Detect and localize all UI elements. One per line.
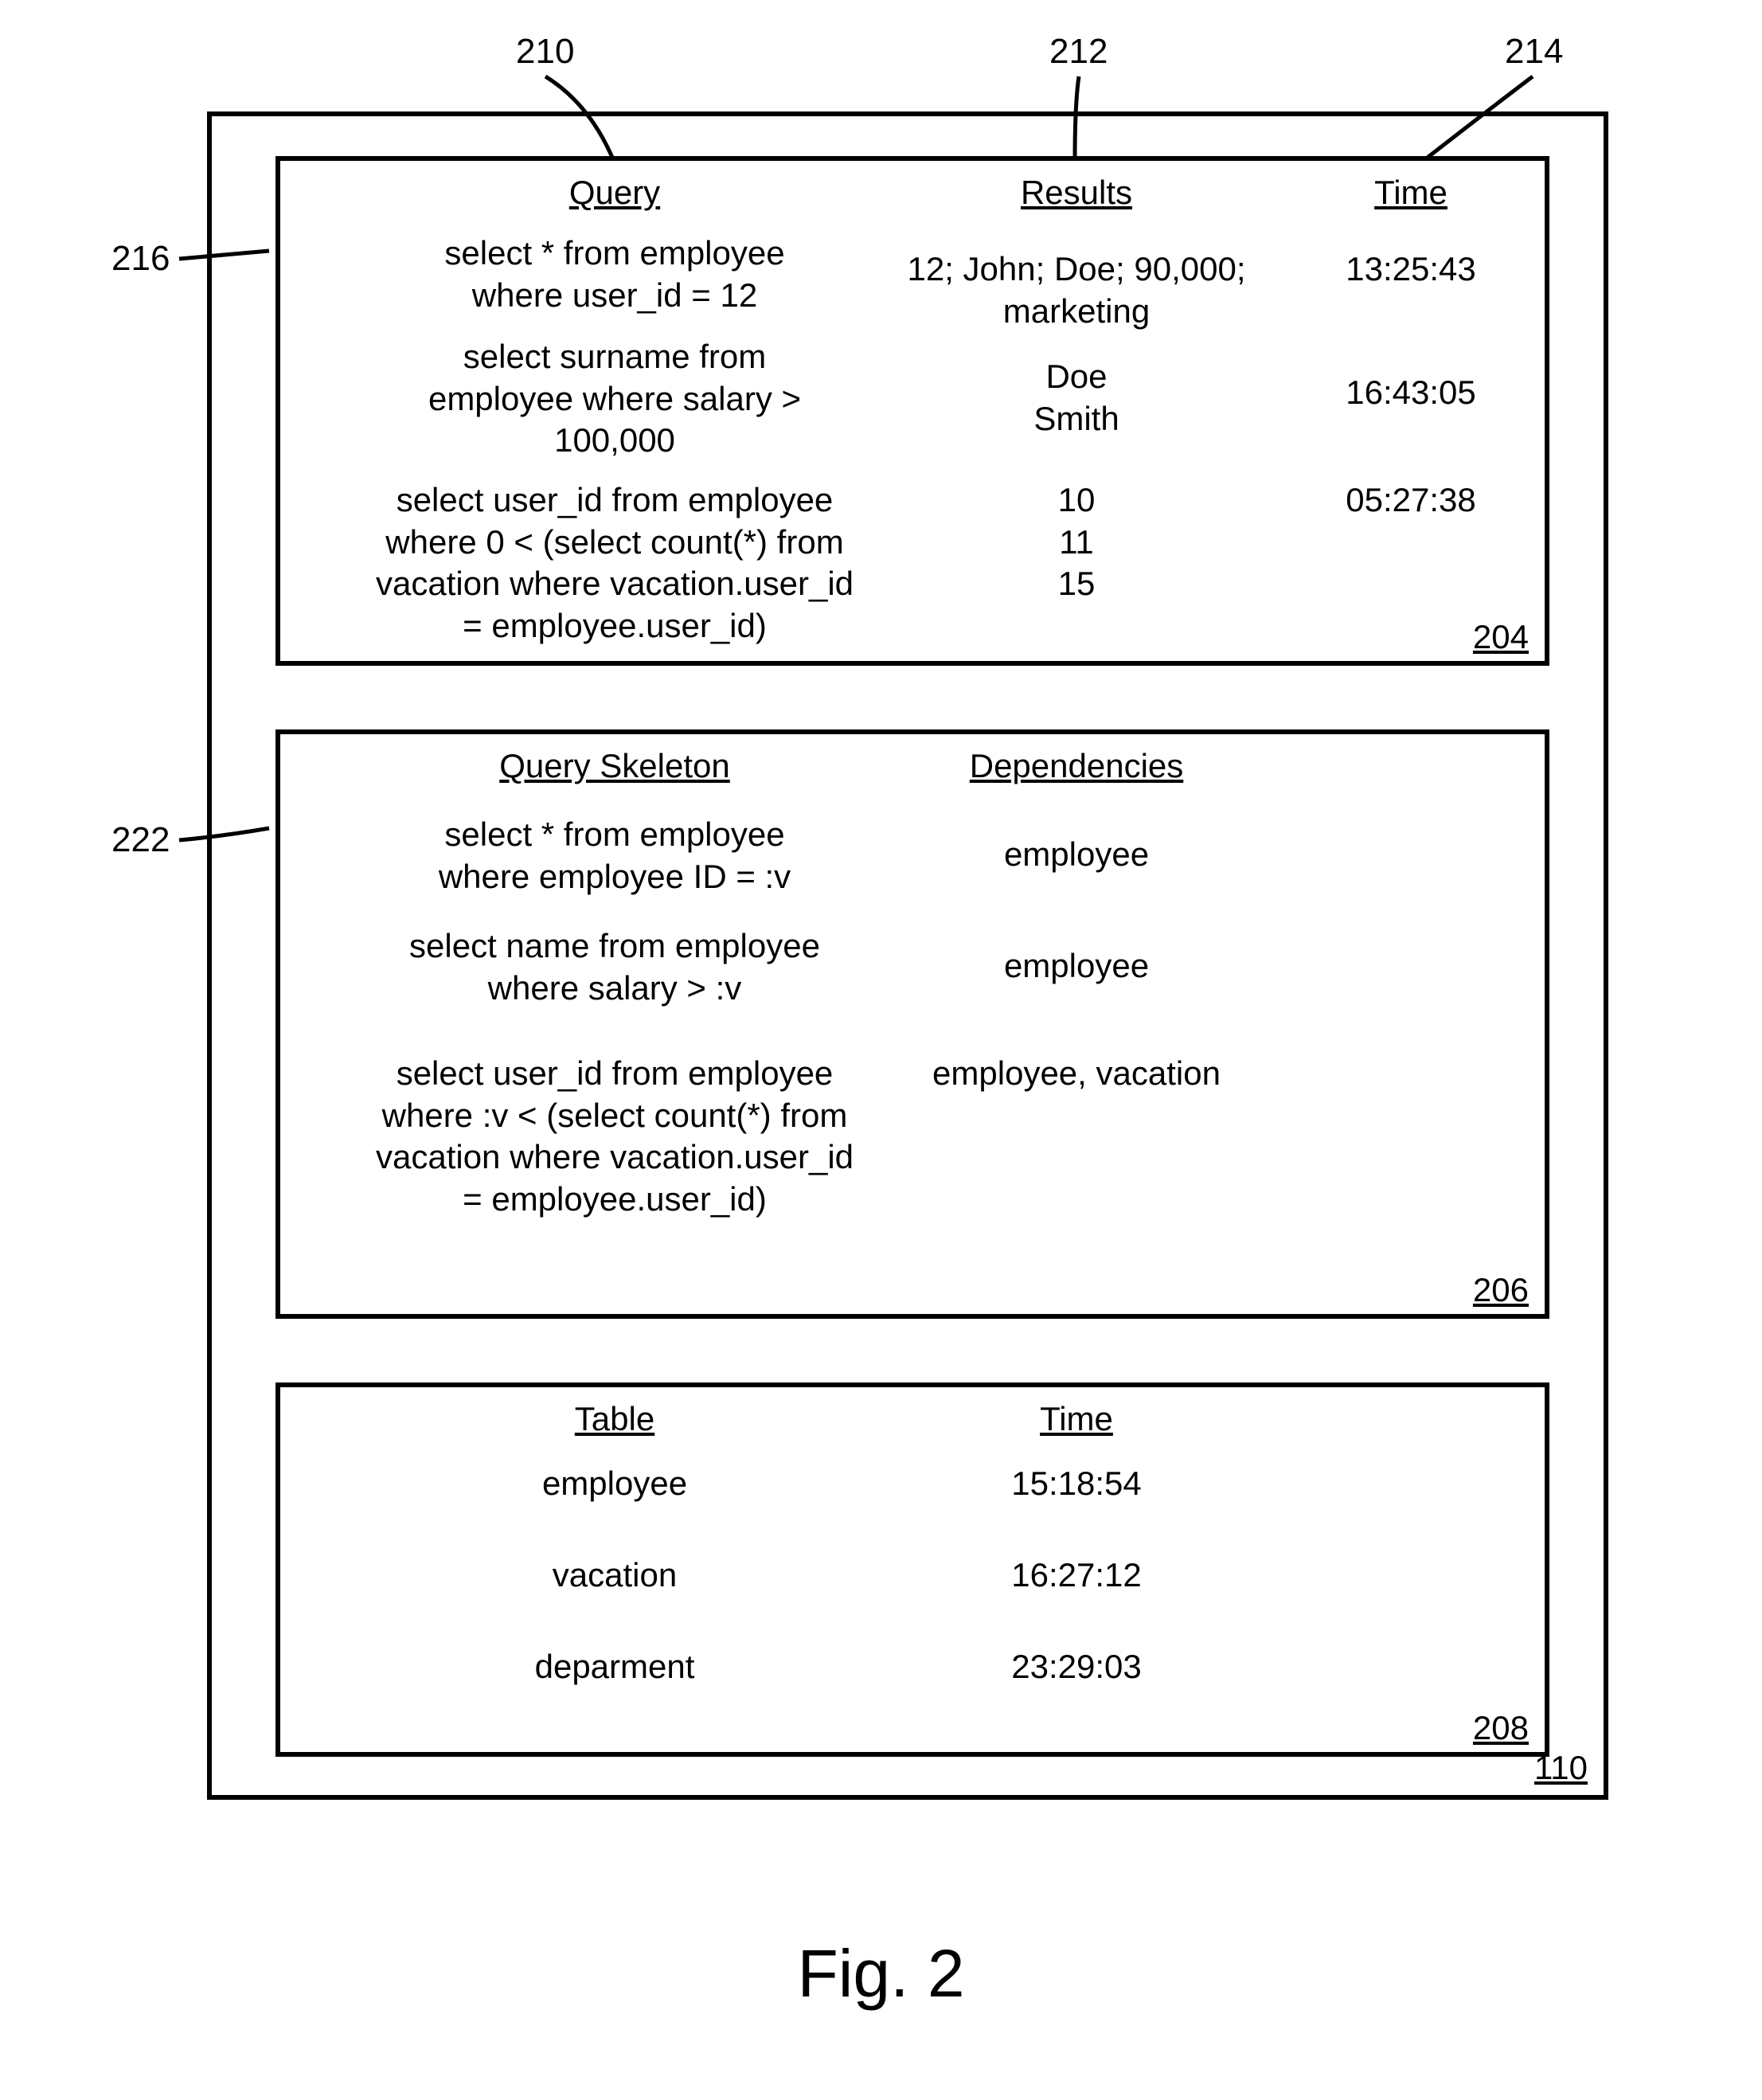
deps-cell: employee [1004,945,1149,987]
header-time: Time [1374,174,1447,212]
header-results: Results [1021,174,1132,212]
callout-216: 216 [111,239,170,279]
callout-222: 222 [111,820,170,860]
query-cell: select surname from employee where salar… [428,336,801,462]
deps-cell: employee, vacation [932,1053,1221,1095]
callout-214: 214 [1505,32,1563,72]
figure-page: 210 212 214 216 222 110 204 Query Result… [0,0,1762,2100]
refnum-208: 208 [1473,1709,1529,1747]
query-cell: select * from employee where user_id = 1… [444,233,784,316]
time-cell: 05:27:38 [1346,479,1476,522]
figure-caption: Fig. 2 [797,1935,964,2012]
table-time-cell: 16:27:12 [1011,1554,1142,1597]
box-206: 206 Query Skeleton Dependencies select *… [275,729,1549,1319]
results-cell: 10 11 15 [1058,479,1096,605]
header-query: Query [569,174,660,212]
results-cell: 12; John; Doe; 90,000; marketing [842,248,1311,332]
outer-box-110: 110 204 Query Results Time select * from… [207,111,1608,1800]
time-cell: 16:43:05 [1346,372,1476,414]
refnum-204: 204 [1473,618,1529,656]
skeleton-cell: select user_id from employee where :v < … [376,1053,854,1220]
time-cell: 13:25:43 [1346,248,1476,291]
box-204: 204 Query Results Time select * from emp… [275,156,1549,666]
skeleton-cell: select name from employee where salary >… [409,925,820,1009]
table-time-cell: 15:18:54 [1011,1463,1142,1505]
query-cell: select user_id from employee where 0 < (… [376,479,854,647]
results-cell: Doe Smith [1033,356,1119,440]
table-name-cell: employee [542,1463,687,1505]
table-name-cell: deparment [535,1646,695,1688]
callout-212: 212 [1049,32,1108,72]
table-time-cell: 23:29:03 [1011,1646,1142,1688]
skeleton-cell: select * from employee where employee ID… [439,814,791,897]
deps-cell: employee [1004,834,1149,876]
box-208: 208 Table Time employee 15:18:54 vacatio… [275,1382,1549,1757]
header-table-time: Time [1040,1400,1113,1438]
refnum-206: 206 [1473,1271,1529,1309]
callout-210: 210 [516,32,574,72]
table-name-cell: vacation [553,1554,677,1597]
header-dependencies: Dependencies [970,747,1184,785]
header-table: Table [575,1400,654,1438]
header-skeleton: Query Skeleton [499,747,730,785]
